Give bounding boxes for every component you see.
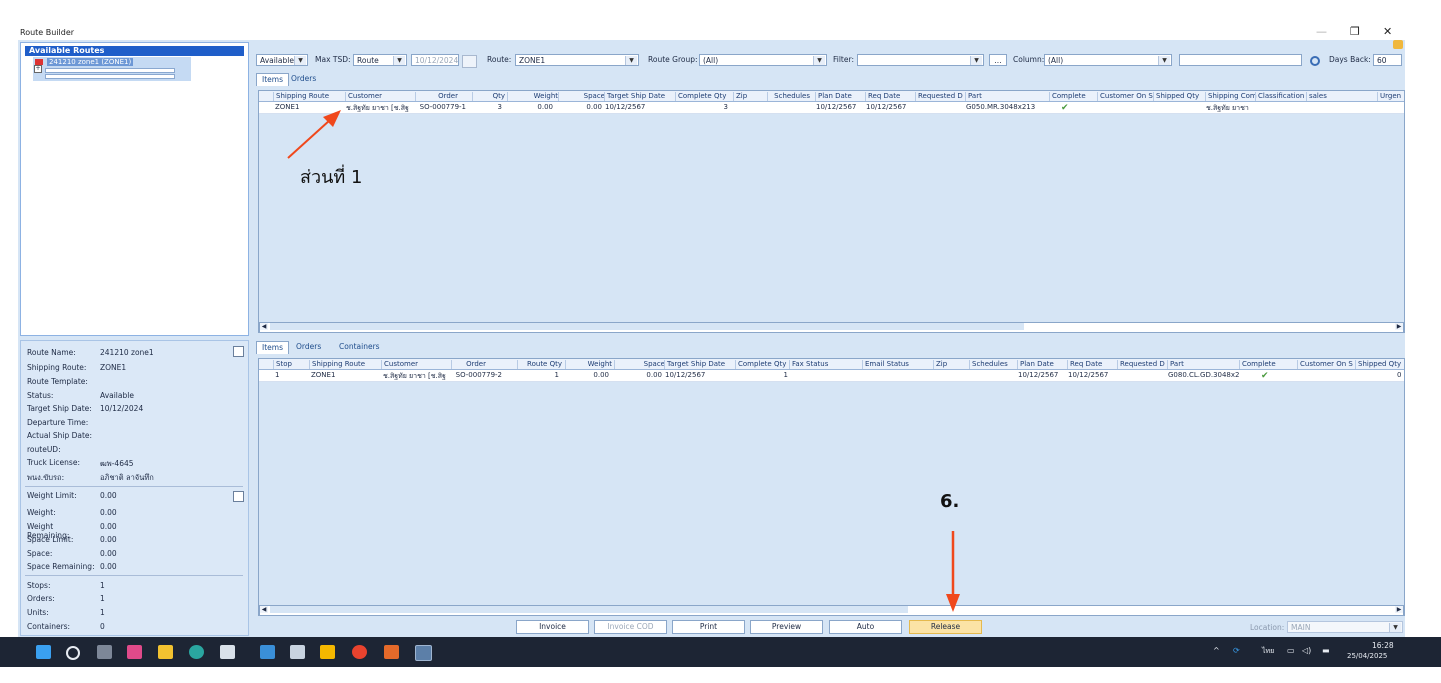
clock-time[interactable]: 16:28 — [1372, 641, 1394, 650]
battery-icon[interactable]: ▬ — [1322, 646, 1330, 655]
start-icon[interactable] — [36, 645, 51, 659]
app-icon[interactable] — [384, 645, 399, 659]
language-indicator[interactable]: ไทย — [1262, 646, 1274, 657]
chrome-icon[interactable] — [352, 645, 367, 659]
annotation-part-1: ส่วนที่ 1 — [300, 167, 363, 188]
arrow-annotation-1 — [287, 110, 341, 159]
task-view-icon[interactable] — [97, 645, 112, 659]
taskbar: ^ ⟳ ไทย ▭ ◁) ▬ 16:28 25/04/2025 — [0, 637, 1441, 667]
chevron-up-icon[interactable]: ^ — [1213, 646, 1220, 655]
search-icon[interactable] — [66, 646, 80, 660]
app-icon[interactable] — [260, 645, 275, 659]
volume-icon[interactable]: ◁) — [1302, 646, 1311, 655]
annotation-step-6: 6. — [940, 491, 960, 512]
arrow-annotation-6 — [946, 531, 960, 612]
folder-icon[interactable] — [158, 645, 173, 659]
edge-icon[interactable] — [189, 645, 204, 659]
store-icon[interactable] — [220, 645, 235, 659]
annotation-overlay — [287, 110, 960, 612]
remote-desktop-icon[interactable] — [415, 645, 432, 661]
sync-icon[interactable]: ⟳ — [1233, 646, 1240, 655]
clock-date[interactable]: 25/04/2025 — [1347, 652, 1387, 660]
network-icon[interactable]: ▭ — [1287, 646, 1295, 655]
app-icon[interactable] — [127, 645, 142, 659]
notes-icon[interactable] — [320, 645, 335, 659]
app-icon[interactable] — [290, 645, 305, 659]
